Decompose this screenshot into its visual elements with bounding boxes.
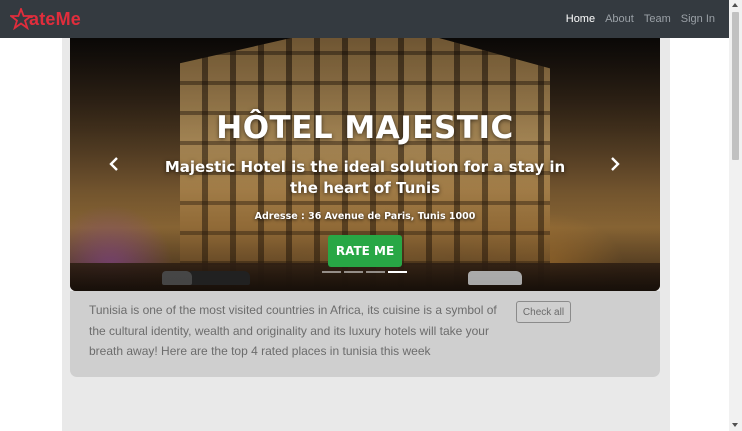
hotel-title: HÔTEL MAJESTIC: [216, 110, 514, 146]
scrollbar-thumb[interactable]: [732, 12, 739, 160]
nav-sign-in[interactable]: Sign In: [681, 13, 715, 25]
carousel-caption: HÔTEL MAJESTIC Majestic Hotel is the ide…: [70, 38, 660, 291]
page-scrollbar[interactable]: [729, 0, 742, 431]
rate-me-button[interactable]: RATE ME: [328, 235, 402, 267]
navbar: ateMe Home About Team Sign In: [0, 0, 729, 38]
nav-menu: Home About Team Sign In: [566, 0, 715, 38]
hotel-subtitle: Majestic Hotel is the ideal solution for…: [164, 158, 566, 197]
carousel-next-button[interactable]: [609, 156, 621, 172]
carousel-prev-button[interactable]: [108, 156, 120, 172]
brand-logo[interactable]: ateMe: [10, 7, 81, 31]
carousel-indicators: [322, 271, 407, 273]
nav-about[interactable]: About: [605, 13, 634, 25]
check-all-button[interactable]: Check all: [516, 301, 571, 323]
carousel-indicator-active[interactable]: [388, 271, 407, 273]
intro-panel: Tunisia is one of the most visited count…: [70, 291, 660, 377]
scroll-up-icon[interactable]: [732, 3, 738, 7]
carousel-indicator[interactable]: [344, 271, 363, 273]
intro-text: Tunisia is one of the most visited count…: [89, 303, 497, 358]
nav-home[interactable]: Home: [566, 13, 595, 25]
chevron-left-icon: [109, 157, 118, 171]
nav-team[interactable]: Team: [644, 13, 671, 25]
hotel-address: Adresse : 36 Avenue de Paris, Tunis 1000: [254, 211, 476, 222]
scroll-down-icon[interactable]: [732, 423, 738, 427]
carousel-indicator[interactable]: [366, 271, 385, 273]
brand-name: ateMe: [29, 8, 82, 29]
chevron-right-icon: [611, 157, 620, 171]
carousel-indicator[interactable]: [322, 271, 341, 273]
